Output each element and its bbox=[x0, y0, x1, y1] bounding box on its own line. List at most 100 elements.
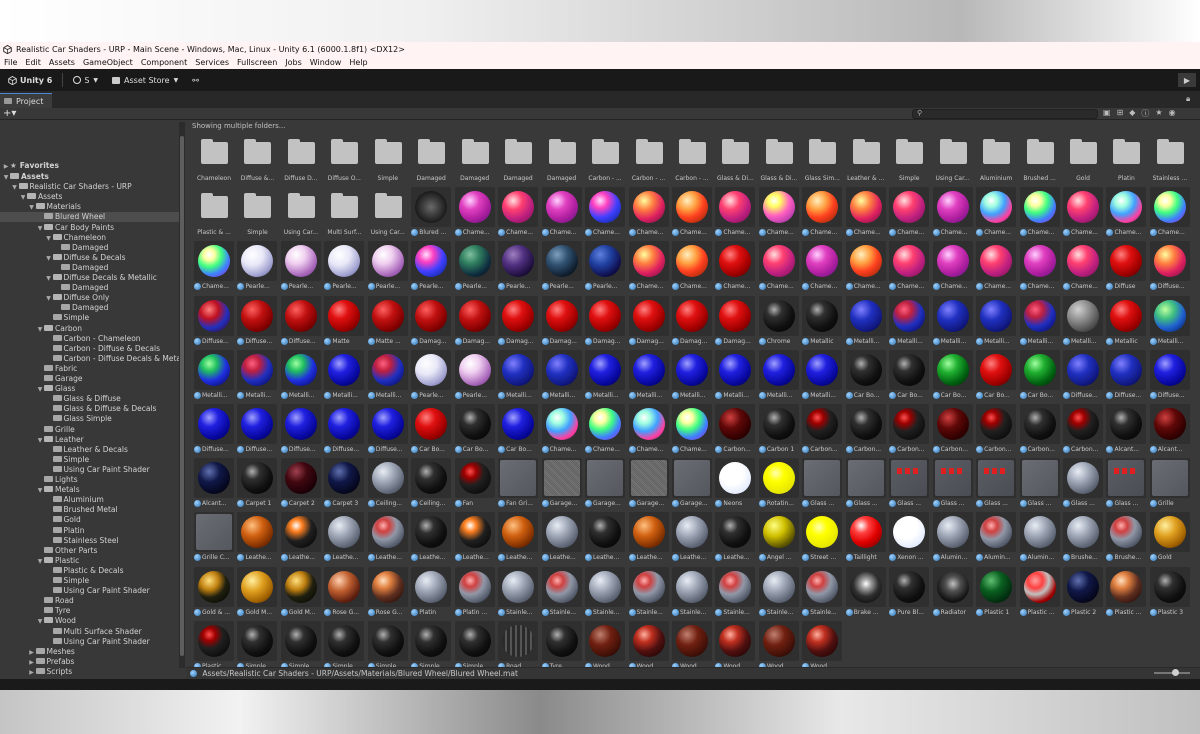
material-item[interactable]: Simple ... bbox=[236, 620, 278, 671]
material-item[interactable]: Chame... bbox=[541, 404, 583, 454]
material-item[interactable]: Carbon... bbox=[932, 404, 974, 454]
tree-item[interactable]: ▼ Carbon bbox=[0, 324, 180, 334]
material-item[interactable]: Platin ... bbox=[454, 566, 496, 617]
menu-item-help[interactable]: Help bbox=[349, 58, 367, 67]
material-item[interactable]: Metalli... bbox=[236, 349, 278, 400]
material-item[interactable]: Metalli... bbox=[1149, 295, 1191, 346]
material-item[interactable]: Gold & ... bbox=[193, 566, 235, 617]
tree-item[interactable]: ▼ Leather bbox=[0, 435, 180, 445]
material-item[interactable]: Chame... bbox=[671, 241, 713, 291]
tree-item[interactable]: Road bbox=[0, 596, 180, 606]
thumbnail-size-slider[interactable] bbox=[1154, 669, 1190, 676]
material-item[interactable]: Rotatin... bbox=[758, 458, 800, 508]
material-item[interactable]: Carbon... bbox=[975, 404, 1017, 454]
material-item[interactable]: Chame... bbox=[975, 187, 1017, 237]
material-item[interactable]: Carbon... bbox=[888, 404, 930, 454]
tree-item[interactable]: Simple bbox=[0, 576, 180, 586]
tree-item[interactable]: ▼ Car Body Paints bbox=[0, 223, 180, 233]
material-item[interactable]: Damag... bbox=[628, 295, 670, 346]
material-item[interactable]: Leathe... bbox=[628, 512, 670, 562]
folder-item[interactable]: Carbon - ... bbox=[628, 133, 670, 183]
material-item[interactable]: Chame... bbox=[628, 404, 670, 454]
tree-item[interactable]: ▼ Wood bbox=[0, 616, 180, 626]
tree-item[interactable]: ▼ Materials bbox=[0, 202, 180, 212]
material-item[interactable]: Metallic bbox=[801, 295, 843, 346]
tree-item[interactable]: Glass Simple bbox=[0, 414, 180, 424]
material-item[interactable]: Carpet 2 bbox=[280, 458, 322, 508]
tree-item[interactable]: Glass & Diffuse & Decals bbox=[0, 404, 180, 414]
tree-item[interactable]: ▼ Metals bbox=[0, 485, 180, 495]
tree-item[interactable]: Multi Surface Shader bbox=[0, 627, 180, 637]
material-item[interactable]: Garage... bbox=[584, 458, 626, 508]
material-item[interactable]: Ceiling... bbox=[410, 458, 452, 508]
material-item[interactable]: Carbon... bbox=[1019, 404, 1061, 454]
folder-item[interactable]: Gold bbox=[1062, 133, 1104, 183]
expand-arrow-icon[interactable]: ▶ bbox=[2, 162, 10, 171]
folder-item[interactable]: Using Car... bbox=[932, 133, 974, 183]
tree-item[interactable]: Glass & Diffuse bbox=[0, 394, 180, 404]
expand-arrow-icon[interactable]: ▼ bbox=[36, 617, 44, 626]
folder-item[interactable]: Carbon - ... bbox=[584, 133, 626, 183]
tree-item[interactable]: Plastic & Decals bbox=[0, 566, 180, 576]
material-item[interactable]: Damag... bbox=[454, 295, 496, 346]
material-item[interactable]: Diffuse... bbox=[1062, 349, 1104, 400]
folder-item[interactable]: Stainless ... bbox=[1149, 133, 1191, 183]
material-item[interactable]: Glass ... bbox=[845, 458, 887, 508]
tree-item[interactable]: Using Car Paint Shader bbox=[0, 637, 180, 647]
tree-item[interactable]: Leather & Decals bbox=[0, 445, 180, 455]
material-item[interactable]: Chame... bbox=[671, 404, 713, 454]
material-item[interactable]: Chame... bbox=[888, 187, 930, 237]
material-item[interactable]: Garage... bbox=[671, 458, 713, 508]
expand-arrow-icon[interactable]: ▼ bbox=[36, 436, 44, 445]
material-item[interactable]: Glass ... bbox=[975, 458, 1017, 508]
material-item[interactable]: Chame... bbox=[497, 187, 539, 237]
menu-item-gameobject[interactable]: GameObject bbox=[83, 58, 133, 67]
tree-item[interactable]: Platin bbox=[0, 526, 180, 536]
material-item[interactable]: Garage... bbox=[628, 458, 670, 508]
expand-arrow-icon[interactable]: ▼ bbox=[36, 224, 44, 233]
material-item[interactable]: Plastic ... bbox=[193, 620, 235, 671]
material-item[interactable]: Chame... bbox=[454, 187, 496, 237]
expand-arrow-icon[interactable]: ▼ bbox=[36, 385, 44, 394]
material-item[interactable]: Damag... bbox=[584, 295, 626, 346]
tree-item[interactable]: Using Car Paint Shader bbox=[0, 465, 180, 475]
material-item[interactable]: Angel ... bbox=[758, 512, 800, 562]
material-item[interactable]: Metalli... bbox=[758, 349, 800, 400]
material-item[interactable]: Car Bo... bbox=[932, 349, 974, 400]
menu-item-file[interactable]: File bbox=[4, 58, 17, 67]
material-item[interactable]: Metalli... bbox=[671, 349, 713, 400]
material-item[interactable]: Chame... bbox=[541, 187, 583, 237]
material-item[interactable]: Leathe... bbox=[367, 512, 409, 562]
folder-item[interactable]: Aluminium bbox=[975, 133, 1017, 183]
material-item[interactable]: Alcant... bbox=[1149, 404, 1191, 454]
material-item[interactable]: Alcant... bbox=[1105, 404, 1147, 454]
material-item[interactable]: Damag... bbox=[497, 295, 539, 346]
material-item[interactable]: Chame... bbox=[584, 187, 626, 237]
tree-item[interactable]: Simple bbox=[0, 313, 180, 323]
material-item[interactable]: Diffuse... bbox=[1149, 349, 1191, 400]
add-asset-button[interactable]: +▾ bbox=[3, 108, 16, 119]
search-input[interactable]: ⚲ bbox=[912, 109, 1098, 119]
material-item[interactable]: Glass ... bbox=[1105, 458, 1147, 508]
material-item[interactable]: Metalli... bbox=[845, 295, 887, 346]
material-item[interactable]: Diffuse... bbox=[323, 404, 365, 454]
material-item[interactable]: Leathe... bbox=[323, 512, 365, 562]
material-item[interactable]: Carpet 3 bbox=[323, 458, 365, 508]
material-item[interactable]: Damag... bbox=[714, 295, 756, 346]
menu-item-component[interactable]: Component bbox=[141, 58, 187, 67]
folder-item[interactable]: Damaged bbox=[454, 133, 496, 183]
material-item[interactable]: Alumin... bbox=[932, 512, 974, 562]
expand-arrow-icon[interactable]: ▼ bbox=[28, 203, 36, 212]
expand-arrow-icon[interactable]: ▶ bbox=[28, 658, 36, 667]
material-item[interactable]: Metalli... bbox=[932, 295, 974, 346]
material-item[interactable]: Metalli... bbox=[323, 349, 365, 400]
tree-item[interactable]: Damaged bbox=[0, 243, 180, 253]
material-item[interactable]: Damag... bbox=[410, 295, 452, 346]
tree-item[interactable]: Damaged bbox=[0, 283, 180, 293]
material-item[interactable]: Simple ... bbox=[280, 620, 322, 671]
material-item[interactable]: Stainle... bbox=[541, 566, 583, 617]
material-item[interactable]: Stainle... bbox=[671, 566, 713, 617]
material-item[interactable]: Pearle... bbox=[541, 241, 583, 291]
material-item[interactable]: Chame... bbox=[932, 187, 974, 237]
tree-item[interactable]: ▼ Glass bbox=[0, 384, 180, 394]
